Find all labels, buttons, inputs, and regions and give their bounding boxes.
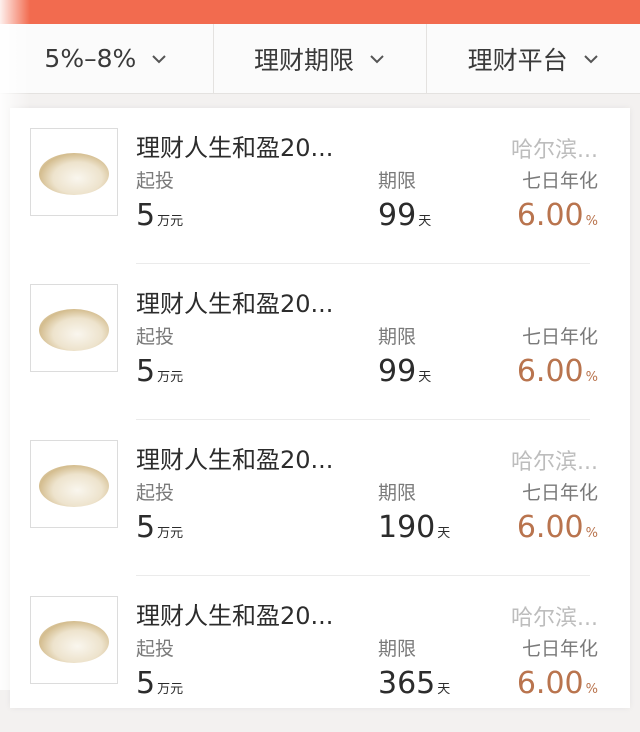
term-label: 期限 <box>378 638 417 660</box>
term-value: 99 天 <box>378 198 432 233</box>
filter-platform[interactable]: 理财平台 <box>427 24 640 93</box>
product-name: 理财人生和盈20... <box>136 134 334 162</box>
list-item[interactable]: 理财人生和盈20... 哈尔滨... 起投 期限 七日年化 5 万元 365 天 6… <box>10 576 630 732</box>
top-bar <box>0 0 640 24</box>
rate-label: 七日年化 <box>521 170 598 192</box>
term-label: 期限 <box>378 170 417 192</box>
min-label: 起投 <box>136 482 175 504</box>
min-investment: 5 万元 <box>136 666 184 701</box>
chevron-down-icon <box>370 54 384 63</box>
product-name: 理财人生和盈20... <box>136 602 334 630</box>
product-list: 理财人生和盈20... 哈尔滨... 起投 期限 七日年化 5 万元 99 天 6.… <box>10 108 630 708</box>
rate-value: 6.00% <box>516 666 598 701</box>
term-label: 期限 <box>378 326 417 348</box>
filter-rate[interactable]: 5%–8% <box>0 24 214 93</box>
min-investment: 5 万元 <box>136 510 184 545</box>
chevron-down-icon <box>583 54 598 63</box>
bank-logo <box>30 128 118 216</box>
rate-label: 七日年化 <box>521 638 598 660</box>
product-name: 理财人生和盈20... <box>136 446 334 474</box>
bank-logo <box>30 440 118 528</box>
min-label: 起投 <box>136 638 175 660</box>
list-item[interactable]: 理财人生和盈20... 起投 期限 七日年化 5 万元 99 天 6.00% <box>10 264 630 420</box>
chevron-down-icon <box>152 54 166 63</box>
platform-name: 哈尔滨... <box>511 450 598 475</box>
bank-logo <box>30 596 118 684</box>
platform-name: 哈尔滨... <box>511 606 598 631</box>
term-value: 190 天 <box>378 510 451 545</box>
filter-bar: 5%–8% 理财期限 理财平台 <box>0 24 640 94</box>
term-value: 365 天 <box>378 666 451 701</box>
list-item[interactable]: 理财人生和盈20... 哈尔滨... 起投 期限 七日年化 5 万元 99 天 6.… <box>10 108 630 264</box>
rate-value: 6.00% <box>516 510 598 545</box>
filter-platform-label: 理财平台 <box>467 45 568 75</box>
min-label: 起投 <box>136 326 175 348</box>
rate-value: 6.00% <box>516 198 598 233</box>
term-label: 期限 <box>378 482 417 504</box>
product-name: 理财人生和盈20... <box>136 290 334 318</box>
filter-rate-label: 5%–8% <box>44 44 137 73</box>
rate-label: 七日年化 <box>521 482 598 504</box>
bank-logo <box>30 284 118 372</box>
filter-term-label: 理财期限 <box>254 45 355 75</box>
filter-term[interactable]: 理财期限 <box>214 24 428 93</box>
min-label: 起投 <box>136 170 175 192</box>
term-value: 99 天 <box>378 354 432 389</box>
min-investment: 5 万元 <box>136 354 184 389</box>
list-item[interactable]: 理财人生和盈20... 哈尔滨... 起投 期限 七日年化 5 万元 190 天 6… <box>10 420 630 576</box>
rate-label: 七日年化 <box>521 326 598 348</box>
platform-name: 哈尔滨... <box>511 138 598 163</box>
rate-value: 6.00% <box>516 354 598 389</box>
min-investment: 5 万元 <box>136 198 184 233</box>
